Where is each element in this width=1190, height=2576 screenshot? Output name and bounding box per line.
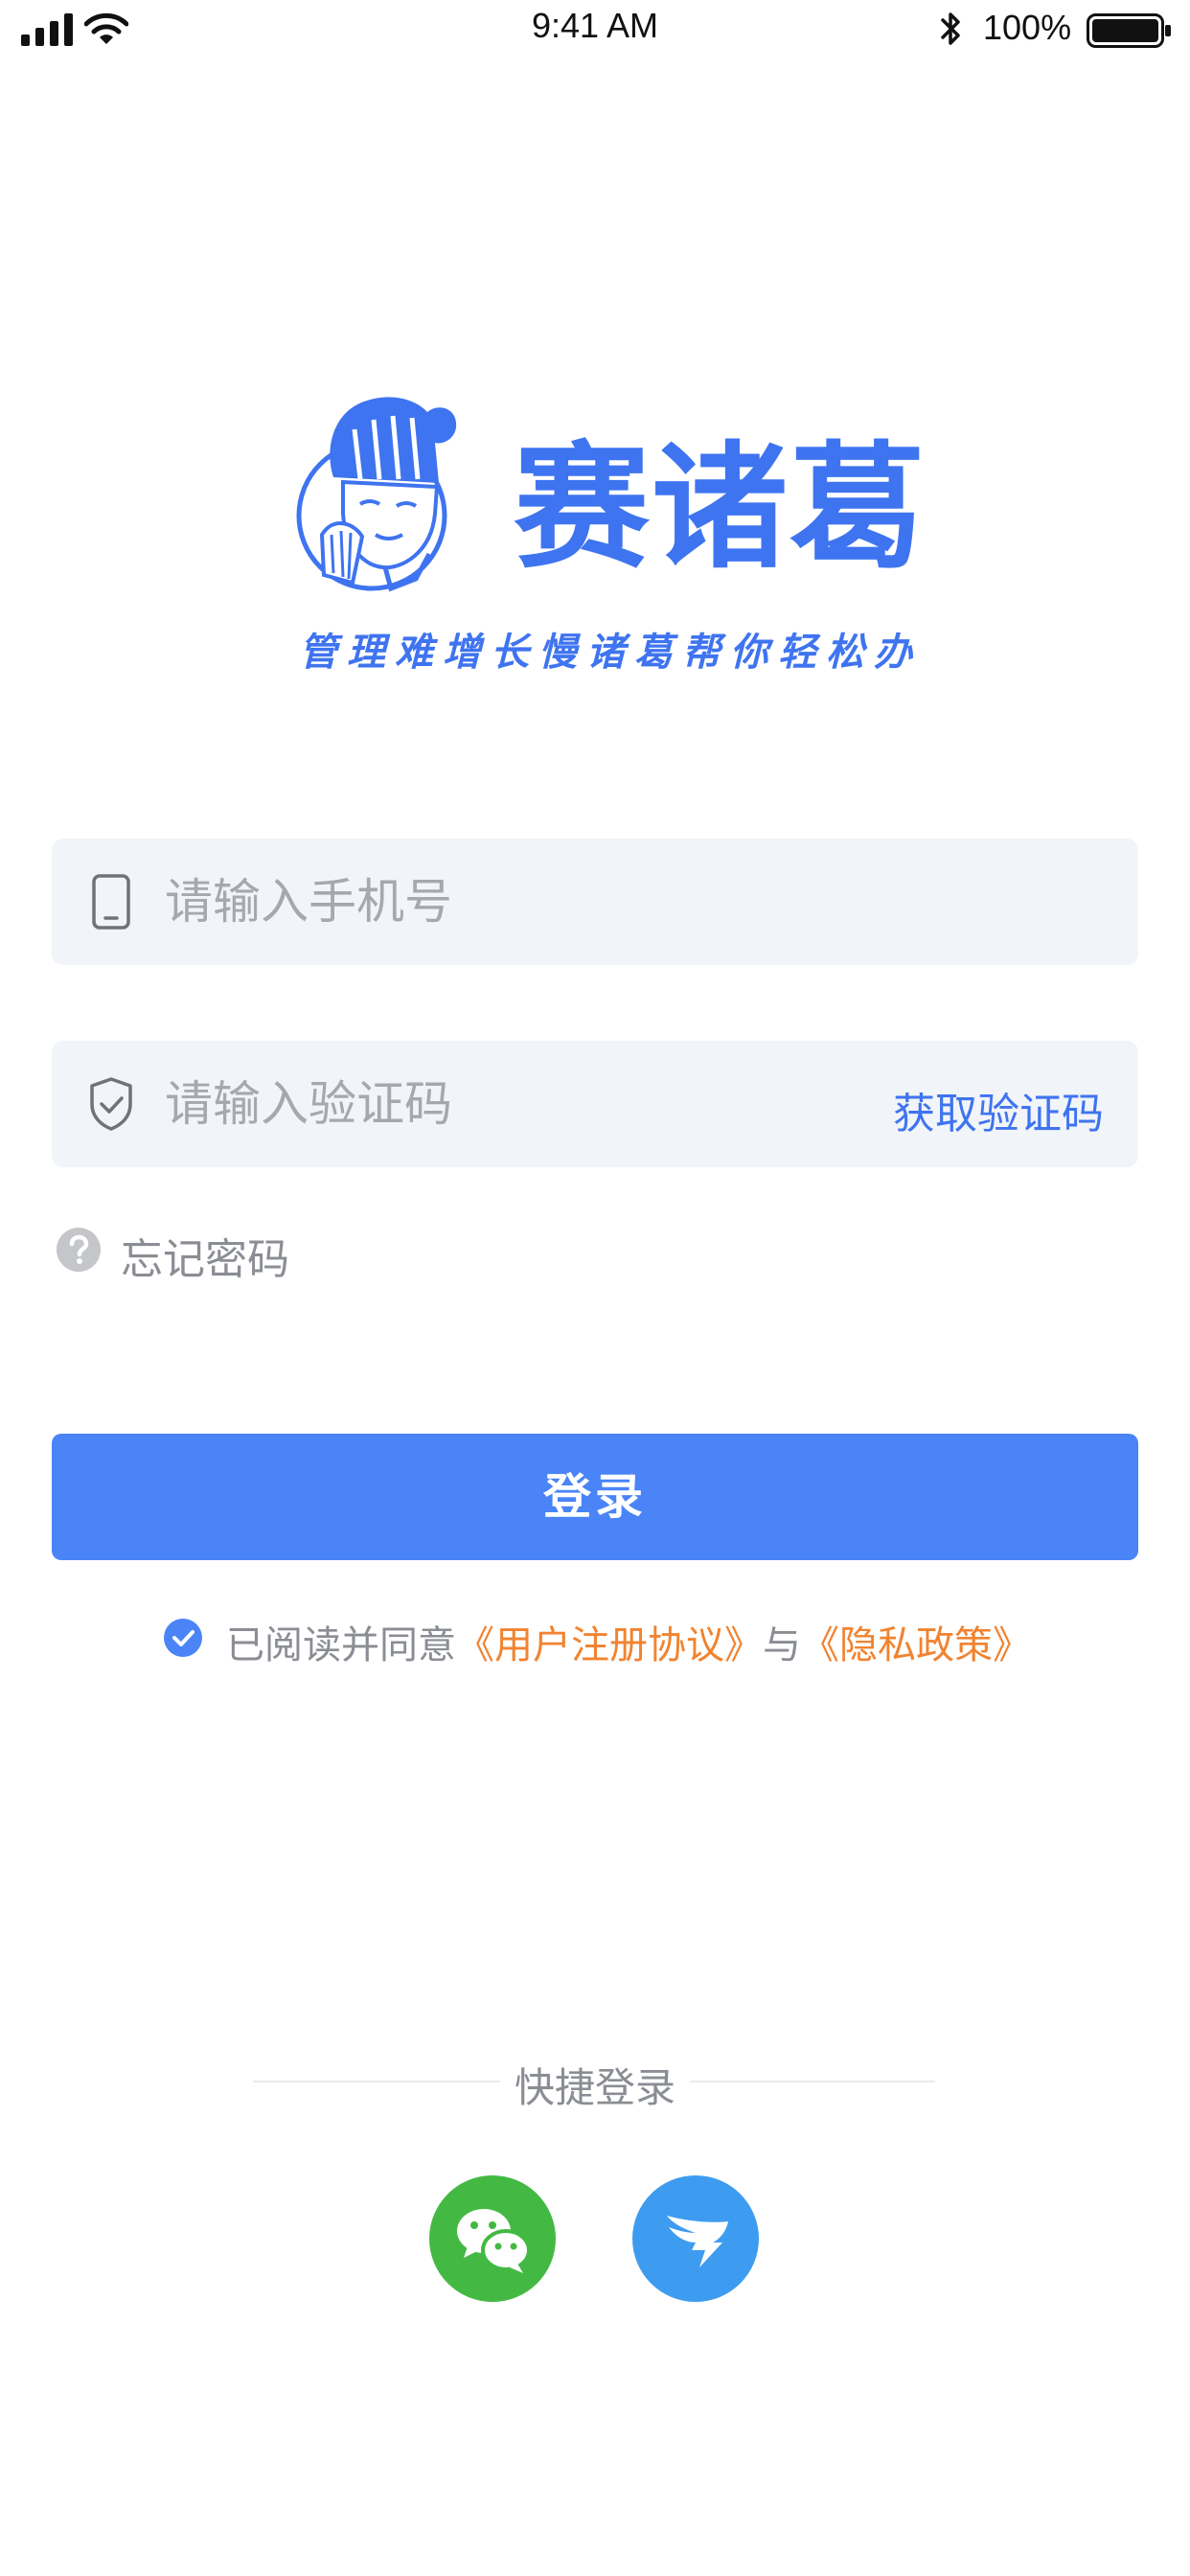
status-bar: 9:41 AM 100% <box>0 0 1190 61</box>
battery-icon <box>1087 13 1171 48</box>
bluetooth-icon <box>941 12 960 45</box>
wechat-icon <box>457 2209 531 2273</box>
get-code-button[interactable]: 获取验证码 <box>893 1079 1104 1140</box>
phone-field[interactable] <box>52 839 1138 965</box>
brand-name: 赛诸葛 <box>514 429 927 587</box>
agreement-text: 已阅读并同意《用户注册协议》与《隐私政策》 <box>226 1614 1031 1669</box>
phone-icon <box>92 874 130 930</box>
quick-login-title: 快捷登录 <box>514 2064 675 2111</box>
wechat-login-button[interactable] <box>429 2175 556 2302</box>
phone-input[interactable] <box>165 865 893 938</box>
login-button[interactable]: 登录 <box>52 1434 1138 1560</box>
forgot-password-link[interactable]: 忘记密码 <box>121 1225 289 1286</box>
agreement-prefix: 已阅读并同意 <box>226 1623 456 1668</box>
agreement-connector: 与 <box>763 1623 801 1668</box>
dingtalk-login-button[interactable] <box>632 2175 759 2302</box>
battery-percentage: 100% <box>983 8 1072 47</box>
question-icon[interactable] <box>56 1227 102 1273</box>
privacy-policy-link[interactable]: 《隐私政策》 <box>801 1623 1031 1668</box>
mascot-logo-icon <box>296 397 457 592</box>
shield-icon <box>90 1077 132 1131</box>
user-agreement-link[interactable]: 《用户注册协议》 <box>456 1623 763 1668</box>
agreement-checkbox-icon[interactable] <box>163 1618 203 1658</box>
verification-code-input[interactable] <box>165 1068 893 1140</box>
brand-slogan: 管理难增长慢诸葛帮你轻松办 <box>299 631 922 675</box>
verification-code-field[interactable]: 获取验证码 <box>52 1041 1138 1167</box>
dingtalk-icon <box>667 2216 728 2267</box>
